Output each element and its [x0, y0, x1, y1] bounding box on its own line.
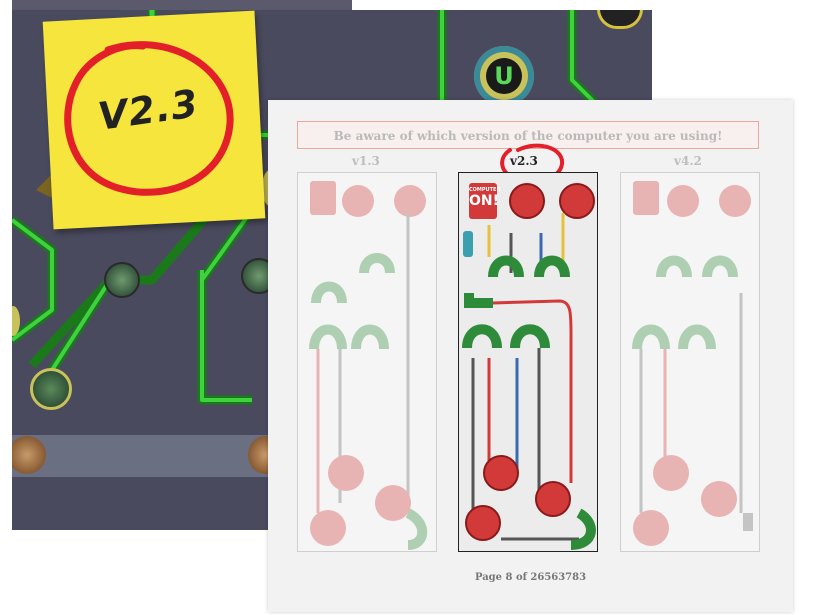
- version-label-1: v1.3: [352, 154, 380, 168]
- annotation-circle-note: [64, 41, 234, 196]
- u-badge[interactable]: U: [474, 46, 534, 106]
- wiring-panel-v4-2: [620, 172, 760, 552]
- page-counter: Page 8 of 26563783: [474, 572, 587, 583]
- wiring-panel-v1-3: [297, 172, 437, 552]
- board-node-1: [104, 262, 140, 298]
- board-node-3: [30, 368, 72, 410]
- wiring-diagram-v1-3: [309, 181, 428, 550]
- computer-on-badge: [310, 181, 336, 215]
- wiring-diagram-v2-3: [462, 183, 596, 550]
- wiring-panel-v2-3: COMPUTER ON!: [458, 172, 598, 552]
- version-label-3: v4.2: [674, 154, 702, 168]
- wiring-diagram-v4-2: [632, 181, 753, 546]
- board-top-strip: [12, 0, 352, 10]
- u-badge-inner: U: [486, 58, 522, 94]
